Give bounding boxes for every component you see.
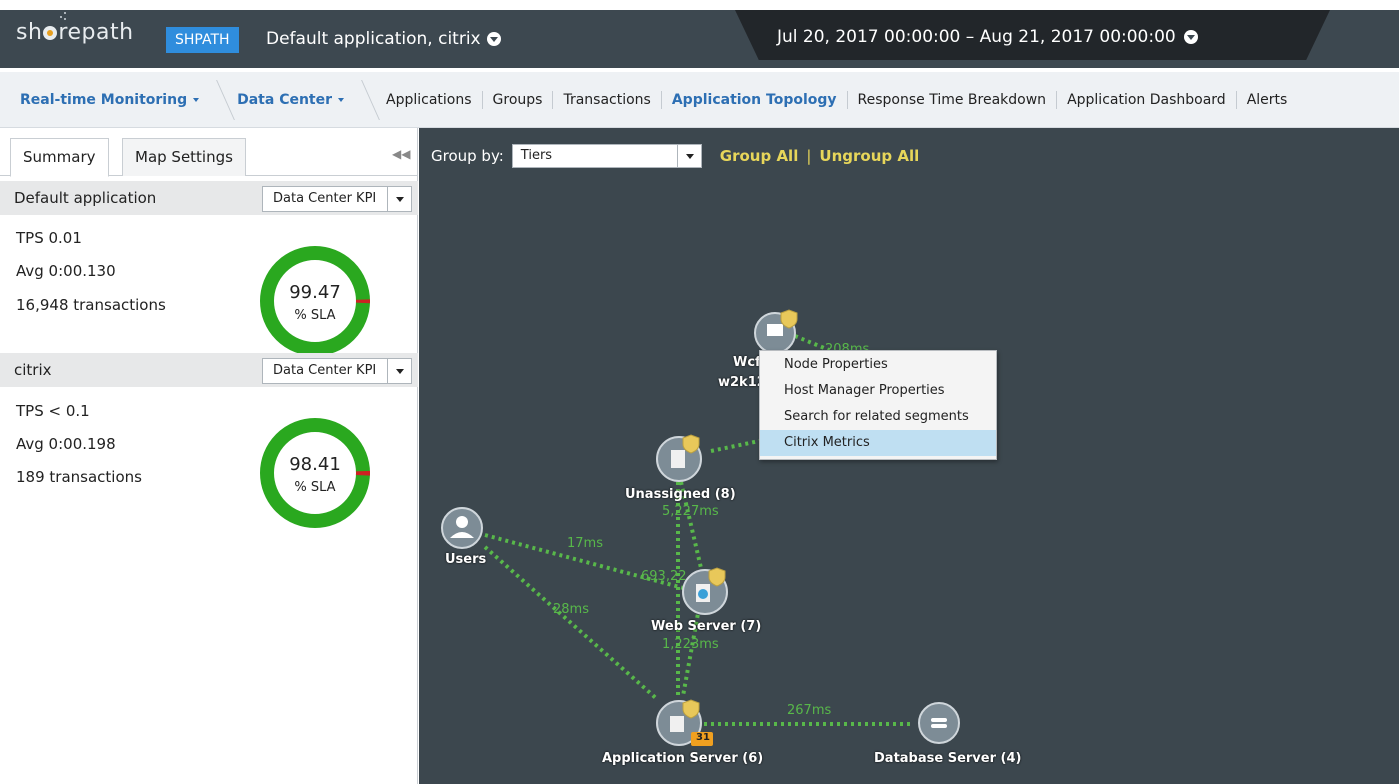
nav-dropdowns: Real-time Monitoring Data Center [0,72,370,128]
kpi-tps: TPS < 0.1 [16,402,90,420]
edge-label-app-db: 267ms [787,703,832,718]
app-selector[interactable]: Default application, citrix [266,29,501,49]
chevron-down-icon [1183,30,1198,44]
kpi-select-value: Data Center KPI [273,191,377,206]
shorepath-logo[interactable]: sh repath [16,12,134,50]
header-top-strip [0,0,1399,10]
nav-separator [213,72,225,128]
edge-label-unassigned: 5,227ms [662,504,719,519]
dropdown-arrow-icon [387,187,411,211]
menu-item-citrix-metrics[interactable]: Citrix Metrics [760,430,996,456]
kpi-tps: TPS 0.01 [16,229,82,247]
tab-alerts[interactable]: Alerts [1237,91,1298,109]
menu-item-search-related-segments[interactable]: Search for related segments [760,404,996,430]
panel-tabs: Summary Map Settings ◀◀ [0,128,418,177]
alert-count-text[interactable]: 31 [696,732,710,743]
date-range-selector[interactable]: Jul 20, 2017 00:00:00 – Aug 21, 2017 00:… [777,27,1198,47]
edge-label-users-web: 17ms [567,536,603,551]
main-navigation: Real-time Monitoring Data Center Applica… [0,72,1399,128]
kpi-select[interactable]: Data Center KPI [262,186,412,212]
logo-text-end: repath [58,20,134,45]
nav-dropdown-label: Data Center [237,92,333,108]
nav-tabs: Applications Groups Transactions Applica… [376,72,1297,128]
edge-label-web-in: 693,22 [641,569,687,584]
summary-panel: Summary Map Settings ◀◀ Default applicat… [0,128,418,784]
edge-label-users-app: 28ms [553,602,589,617]
kpi-card-header: citrix Data Center KPI [0,353,418,387]
kpi-select-value: Data Center KPI [273,363,377,378]
logo-o-icon [43,26,58,40]
kpi-card-header: Default application Data Center KPI [0,181,418,215]
sla-label: % SLA [294,480,336,495]
kpi-avg: Avg 0:00.198 [16,435,116,453]
node-users-label[interactable]: Users [445,552,486,567]
date-range-text: Jul 20, 2017 00:00:00 – Aug 21, 2017 00:… [777,27,1176,47]
node-unassigned-label[interactable]: Unassigned (8) [625,487,736,502]
node-context-menu: Node Properties Host Manager Properties … [759,350,997,460]
nav-dropdown-label: Real-time Monitoring [20,92,188,108]
nav-separator [358,72,370,128]
dropdown-arrow-icon [387,359,411,383]
tab-map-settings[interactable]: Map Settings [122,138,246,176]
edge-wcf-out[interactable] [794,334,830,352]
menu-item-host-manager-properties[interactable]: Host Manager Properties [760,378,996,404]
edge-label-web-out: 1,223ms [662,637,719,652]
tab-summary[interactable]: Summary [10,138,109,177]
kpi-app-name: Default application [14,189,157,207]
caret-down-icon [193,98,200,102]
kpi-select[interactable]: Data Center KPI [262,358,412,384]
node-wcf-label[interactable]: Wcf [733,355,761,370]
edge-unassigned-wcf[interactable] [710,438,765,453]
node-db-server-icon[interactable] [918,702,960,744]
tab-response-time-breakdown[interactable]: Response Time Breakdown [848,91,1058,109]
chevron-down-icon [486,32,501,46]
app-title-text: Default application, citrix [266,29,481,49]
sla-value: 99.47 [289,282,341,303]
app-badge[interactable]: SHPATH [166,27,239,53]
logo-dots-icon [60,12,70,22]
app-root: sh repath SHPATH Default application, ci… [0,0,1399,784]
node-app-server-label[interactable]: Application Server (6) [602,751,763,766]
tab-application-dashboard[interactable]: Application Dashboard [1057,91,1237,109]
nav-dropdown-realtime[interactable]: Real-time Monitoring [0,72,213,128]
node-db-server-label[interactable]: Database Server (4) [874,751,1021,766]
edge-users-app[interactable] [483,545,659,701]
nav-dropdown-datacenter[interactable]: Data Center [225,72,358,128]
sla-value: 98.41 [289,454,341,475]
sla-label: % SLA [294,308,336,323]
sla-donut: 99.47 % SLA [259,245,371,357]
menu-item-node-properties[interactable]: Node Properties [760,352,996,378]
sla-donut: 98.41 % SLA [259,417,371,529]
tab-application-topology[interactable]: Application Topology [662,91,848,109]
kpi-transactions: 189 transactions [16,468,142,486]
node-web-server-label[interactable]: Web Server (7) [651,619,761,634]
collapse-left-icon[interactable]: ◀◀ [392,147,410,161]
tab-applications[interactable]: Applications [376,91,483,109]
tab-groups[interactable]: Groups [483,91,554,109]
kpi-transactions: 16,948 transactions [16,296,166,314]
kpi-app-name: citrix [14,361,52,379]
tab-transactions[interactable]: Transactions [553,91,662,109]
kpi-avg: Avg 0:00.130 [16,262,116,280]
caret-down-icon [338,98,345,102]
logo-text-start: sh [16,20,43,45]
